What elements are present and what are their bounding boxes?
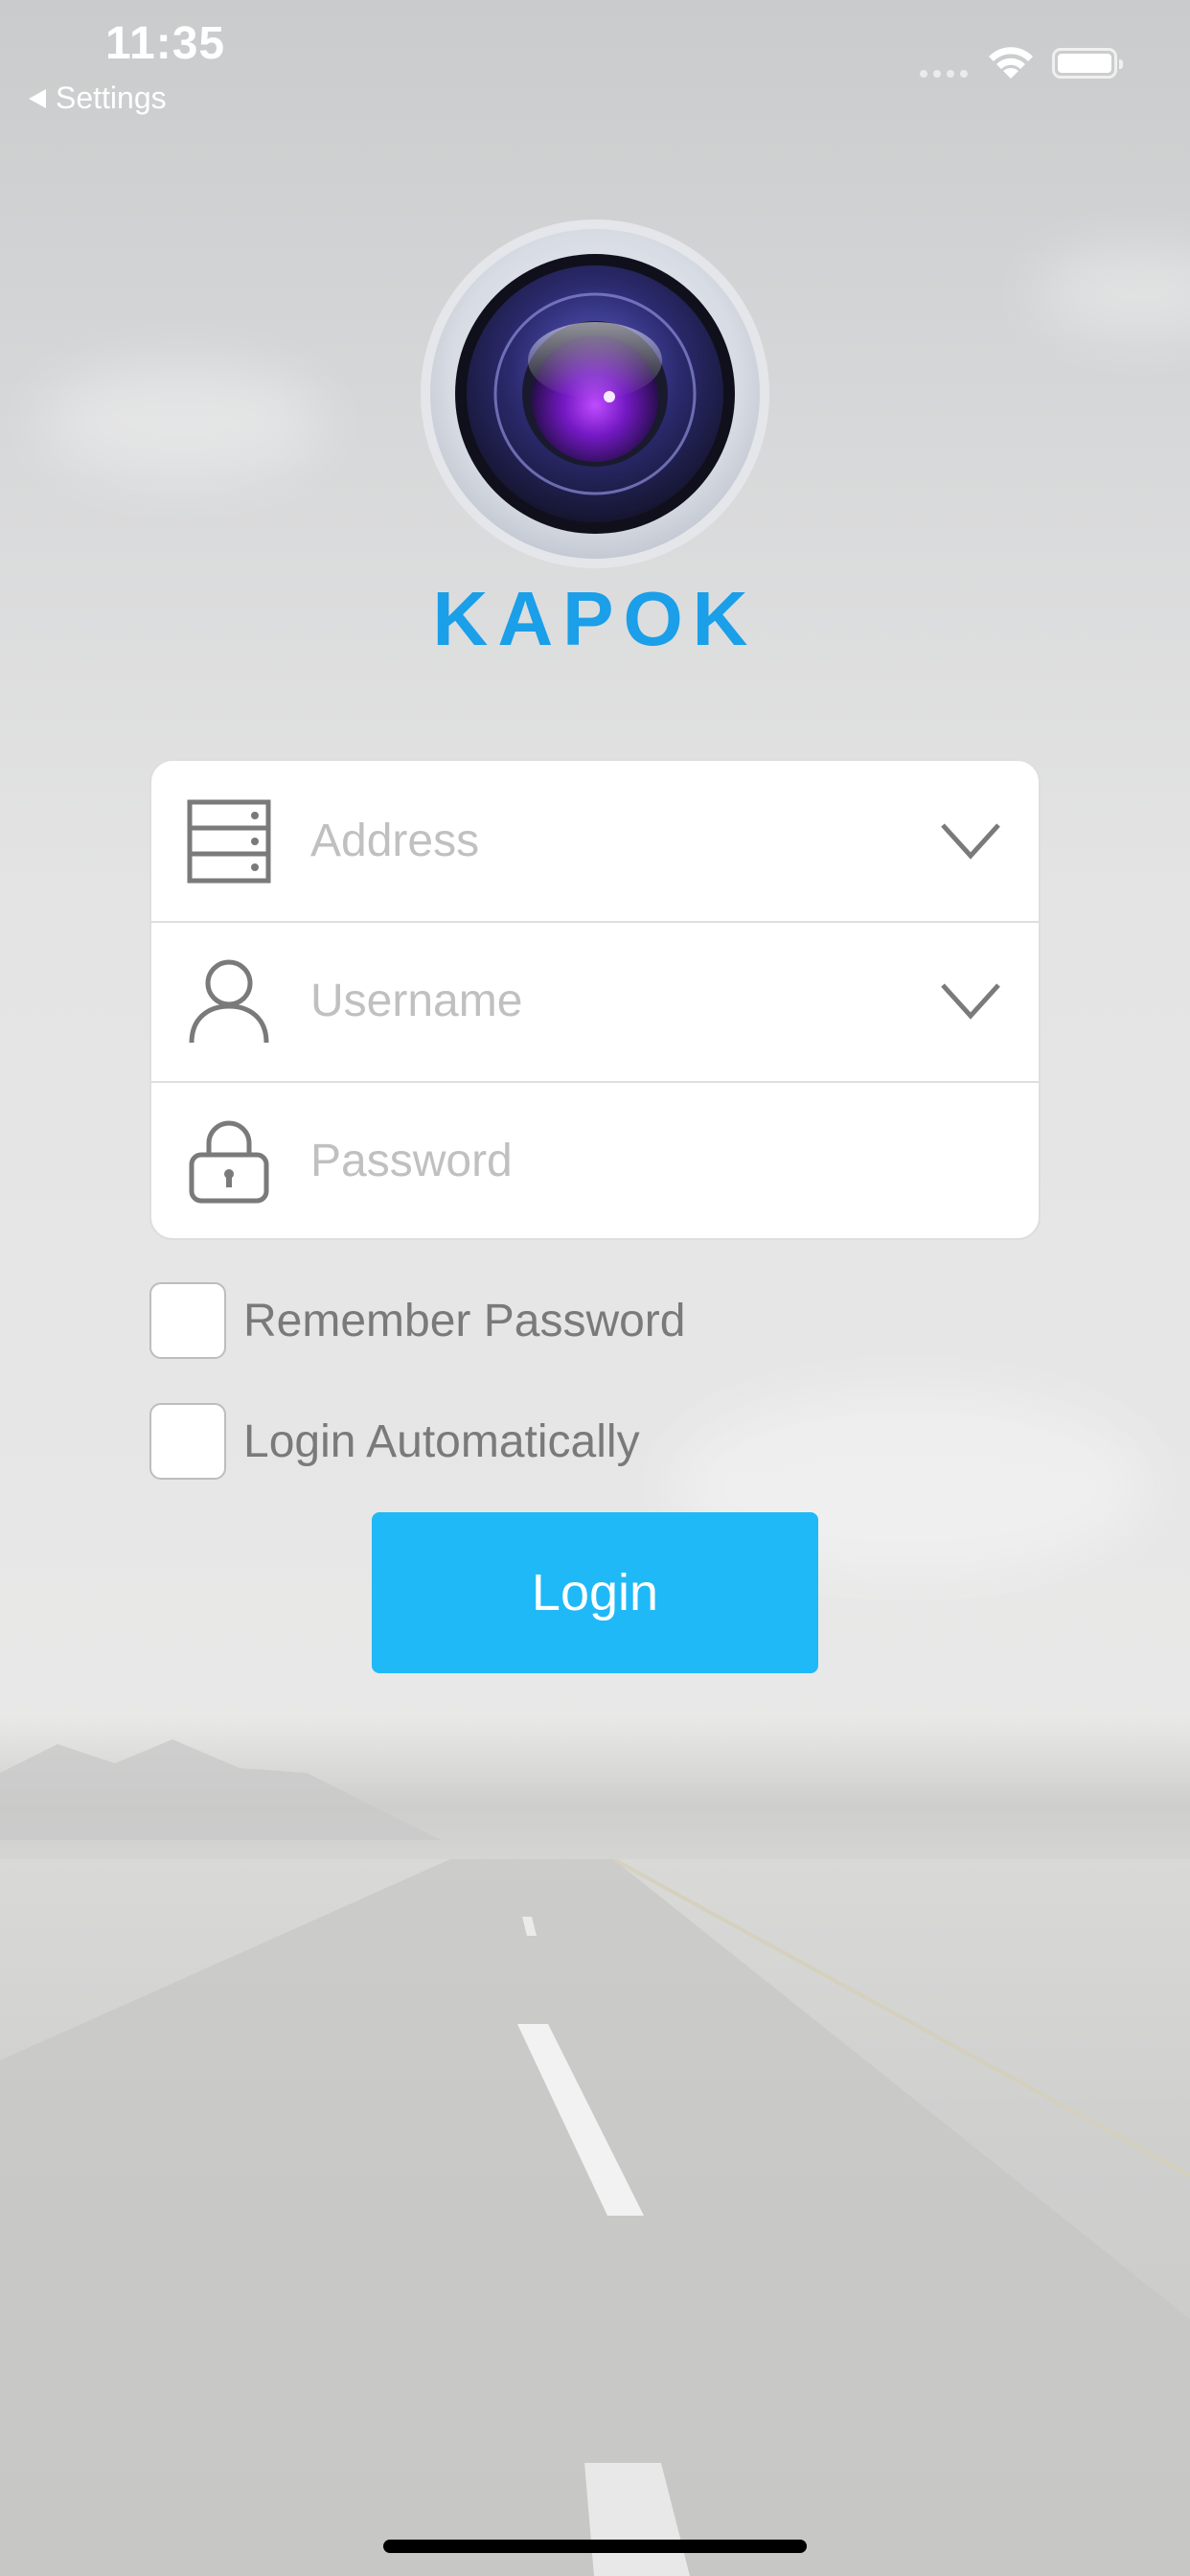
address-input[interactable] bbox=[310, 797, 924, 885]
login-automatically-checkbox[interactable] bbox=[149, 1403, 226, 1480]
login-automatically-label: Login Automatically bbox=[243, 1415, 640, 1467]
camera-lens-icon bbox=[421, 219, 769, 568]
brand-name: KAPOK bbox=[432, 576, 758, 661]
user-icon bbox=[189, 959, 269, 1043]
background-mountains bbox=[0, 1739, 441, 1840]
remember-password-label: Remember Password bbox=[243, 1295, 686, 1346]
login-form-card bbox=[149, 759, 1041, 1240]
background-cloud bbox=[38, 364, 326, 479]
remember-password-checkbox[interactable] bbox=[149, 1282, 226, 1359]
lock-icon bbox=[189, 1120, 269, 1203]
background-road bbox=[0, 1859, 1190, 2576]
address-row bbox=[151, 761, 1039, 923]
home-indicator[interactable] bbox=[383, 2540, 807, 2553]
background-cloud bbox=[1035, 249, 1190, 335]
login-automatically-option[interactable]: Login Automatically bbox=[149, 1403, 640, 1480]
password-input[interactable] bbox=[310, 1117, 924, 1205]
battery-icon bbox=[1052, 48, 1123, 79]
username-input[interactable] bbox=[310, 957, 924, 1045]
username-dropdown-chevron-icon[interactable] bbox=[937, 978, 1004, 1025]
address-dropdown-chevron-icon[interactable] bbox=[937, 817, 1004, 865]
cellular-signal-icon bbox=[920, 70, 968, 78]
login-button[interactable]: Login bbox=[372, 1512, 818, 1673]
back-link-label: Settings bbox=[56, 80, 167, 115]
username-row bbox=[151, 921, 1039, 1083]
back-to-settings-link[interactable]: Settings bbox=[29, 80, 167, 116]
status-time: 11:35 bbox=[105, 18, 226, 69]
password-row bbox=[151, 1081, 1039, 1238]
server-icon bbox=[187, 799, 271, 883]
back-arrow-icon bbox=[29, 88, 46, 108]
wifi-icon bbox=[989, 47, 1033, 79]
remember-password-option[interactable]: Remember Password bbox=[149, 1282, 685, 1359]
login-screen: 11:35 Settings KAPOK Address Username Re… bbox=[0, 0, 1190, 2576]
